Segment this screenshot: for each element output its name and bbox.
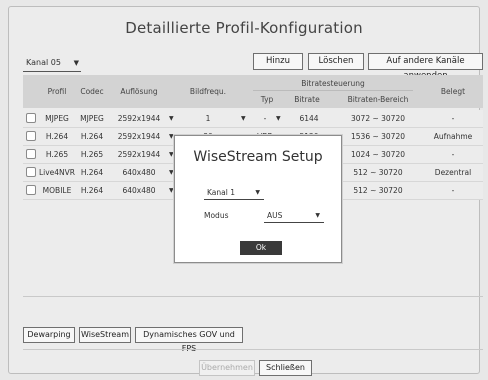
profile-config-window: Detaillierte Profil-Konfiguration Kanal … bbox=[8, 6, 483, 376]
cell-bitrate-range: 1536 ~ 30720 bbox=[351, 132, 405, 141]
caret-down-icon[interactable]: ▼ bbox=[169, 128, 174, 145]
cell-codec: H.265 bbox=[80, 150, 104, 159]
cell-bitrate-range: 512 ~ 30720 bbox=[353, 186, 403, 195]
cell-codec: H.264 bbox=[80, 168, 104, 177]
cell-used: - bbox=[451, 186, 455, 195]
mode-value: AUS bbox=[267, 211, 283, 220]
dewarping-button[interactable]: Dewarping bbox=[23, 327, 75, 343]
apply-to-other-channels-button[interactable]: Auf andere Kanäle anwenden bbox=[368, 53, 483, 81]
checkbox-icon[interactable] bbox=[26, 149, 36, 159]
cell-bitrate-range: 1024 ~ 30720 bbox=[351, 150, 405, 159]
cell-profile: MJPEG bbox=[45, 114, 69, 123]
cell-framerate: 1 bbox=[205, 114, 211, 123]
section-divider bbox=[23, 296, 483, 297]
cell-used: - bbox=[451, 150, 455, 159]
cell-codec: H.264 bbox=[80, 132, 104, 141]
header-used: Belegt bbox=[440, 87, 466, 96]
header-codec: Codec bbox=[80, 87, 104, 96]
cell-codec: H.264 bbox=[80, 186, 104, 195]
checkbox-icon[interactable] bbox=[26, 185, 36, 195]
channel-select-value: Kanal 05 bbox=[26, 58, 61, 67]
cell-used: - bbox=[451, 114, 455, 123]
header-resolution: Auflösung bbox=[120, 87, 158, 96]
dialog-channel-select[interactable]: Kanal 1 ▼ bbox=[204, 185, 264, 200]
header-group-divider bbox=[253, 90, 413, 91]
channel-select[interactable]: Kanal 05 ▼ bbox=[23, 54, 81, 72]
wisestream-button[interactable]: WiseStream bbox=[79, 327, 131, 343]
dialog-channel-value: Kanal 1 bbox=[207, 188, 235, 197]
caret-down-icon[interactable]: ▼ bbox=[169, 110, 174, 127]
delete-button[interactable]: Löschen bbox=[308, 53, 364, 70]
caret-down-icon[interactable]: ▼ bbox=[241, 110, 246, 127]
footer-divider bbox=[23, 349, 483, 350]
checkbox-icon[interactable] bbox=[26, 131, 36, 141]
mode-select[interactable]: AUS ▼ bbox=[264, 208, 324, 223]
table-row[interactable]: MJPEG MJPEG 2592x1944 ▼ 1 ▼ - ▼ 6144 307… bbox=[23, 110, 483, 127]
mode-label: Modus bbox=[204, 211, 229, 220]
cell-bitrate-range: 3072 ~ 30720 bbox=[351, 114, 405, 123]
caret-down-icon[interactable]: ▼ bbox=[169, 182, 174, 199]
dialog-title: WiseStream Setup bbox=[193, 149, 323, 165]
add-button[interactable]: Hinzu bbox=[253, 53, 303, 70]
caret-down-icon[interactable]: ▼ bbox=[169, 146, 174, 163]
cell-used: Dezentral bbox=[434, 168, 472, 177]
cell-bitrate-range: 512 ~ 30720 bbox=[353, 168, 403, 177]
caret-down-icon[interactable]: ▼ bbox=[276, 110, 281, 127]
caret-down-icon: ▼ bbox=[255, 189, 260, 196]
ok-button[interactable]: Ok bbox=[240, 241, 282, 255]
cell-codec: MJPEG bbox=[80, 114, 104, 123]
page-title: Detaillierte Profil-Konfiguration bbox=[125, 19, 363, 37]
cell-profile: MOBILE bbox=[42, 186, 72, 195]
header-framerate: Bildfrequ. bbox=[189, 87, 227, 96]
caret-down-icon: ▼ bbox=[73, 59, 79, 67]
cell-resolution: 2592x1944 bbox=[117, 132, 161, 141]
cell-profile: H.264 bbox=[45, 132, 69, 141]
apply-button[interactable]: Übernehmen bbox=[199, 360, 255, 376]
cell-type: - bbox=[263, 114, 267, 123]
header-bitrate: Bitrate bbox=[294, 95, 320, 104]
cell-profile: H.265 bbox=[45, 150, 69, 159]
dynamic-gov-fps-button[interactable]: Dynamisches GOV und FPS bbox=[135, 327, 243, 353]
header-bitrate-control: Bitratesteuerung bbox=[301, 79, 365, 88]
caret-down-icon: ▼ bbox=[315, 212, 320, 219]
cell-used: Aufnahme bbox=[433, 132, 473, 141]
header-profile: Profil bbox=[47, 87, 67, 96]
table-header: Profil Codec Auflösung Bildfrequ. Bitrat… bbox=[23, 75, 483, 108]
cell-bitrate: 6144 bbox=[299, 114, 319, 123]
close-button[interactable]: Schließen bbox=[259, 360, 312, 376]
caret-down-icon[interactable]: ▼ bbox=[169, 164, 174, 181]
header-bitrate-range: Bitraten-Bereich bbox=[347, 95, 409, 104]
cell-resolution: 2592x1944 bbox=[117, 114, 161, 123]
header-type: Typ bbox=[260, 95, 274, 104]
cell-resolution: 2592x1944 bbox=[117, 150, 161, 159]
cell-resolution: 640x480 bbox=[122, 186, 156, 195]
cell-profile: Live4NVR bbox=[38, 168, 76, 177]
wisestream-setup-dialog: WiseStream Setup Kanal 1 ▼ Modus AUS ▼ O… bbox=[174, 135, 342, 263]
checkbox-icon[interactable] bbox=[26, 113, 36, 123]
cell-resolution: 640x480 bbox=[122, 168, 156, 177]
